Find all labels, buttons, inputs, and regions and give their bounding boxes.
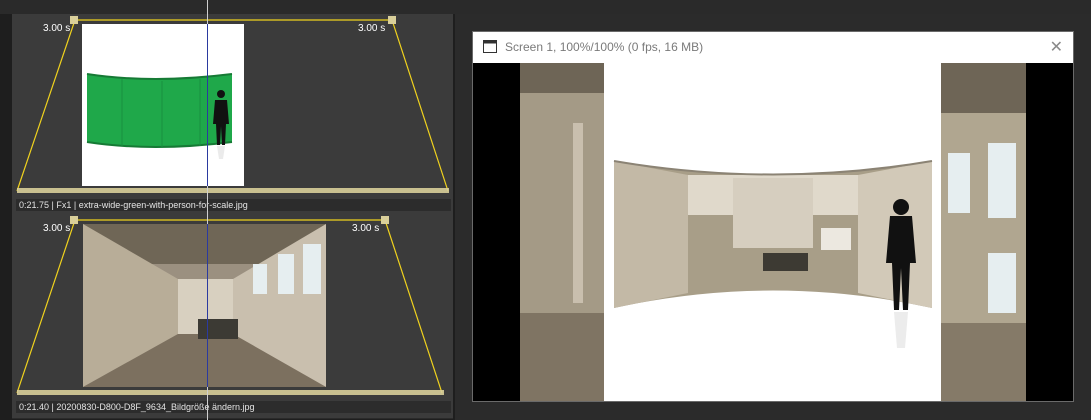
close-icon[interactable]: ✕ — [1050, 32, 1063, 63]
track-2-baseline — [17, 390, 444, 395]
screen-window[interactable]: Screen 1, 100%/100% (0 fps, 16 MB) ✕ — [472, 31, 1074, 402]
fade-in-handle-2[interactable] — [70, 216, 78, 224]
window-icon — [483, 40, 497, 58]
fade-in-handle-1[interactable] — [70, 16, 78, 24]
track-1-baseline — [17, 188, 449, 193]
screen-preview-canvas — [473, 63, 1073, 401]
fade-envelope-1[interactable] — [16, 19, 449, 192]
fade-envelopes — [16, 16, 449, 395]
fade-out-handle-1[interactable] — [388, 16, 396, 24]
playhead-overlay-1 — [207, 24, 208, 186]
person-silhouette — [893, 199, 909, 215]
fade-envelope-2[interactable] — [16, 219, 443, 394]
screen-title: Screen 1, 100%/100% (0 fps, 16 MB) — [505, 40, 704, 54]
preview-composite — [473, 63, 1073, 401]
screen-titlebar[interactable]: Screen 1, 100%/100% (0 fps, 16 MB) ✕ — [473, 32, 1073, 63]
playhead-overlay-2 — [207, 224, 208, 387]
fade-out-handle-2[interactable] — [381, 216, 389, 224]
